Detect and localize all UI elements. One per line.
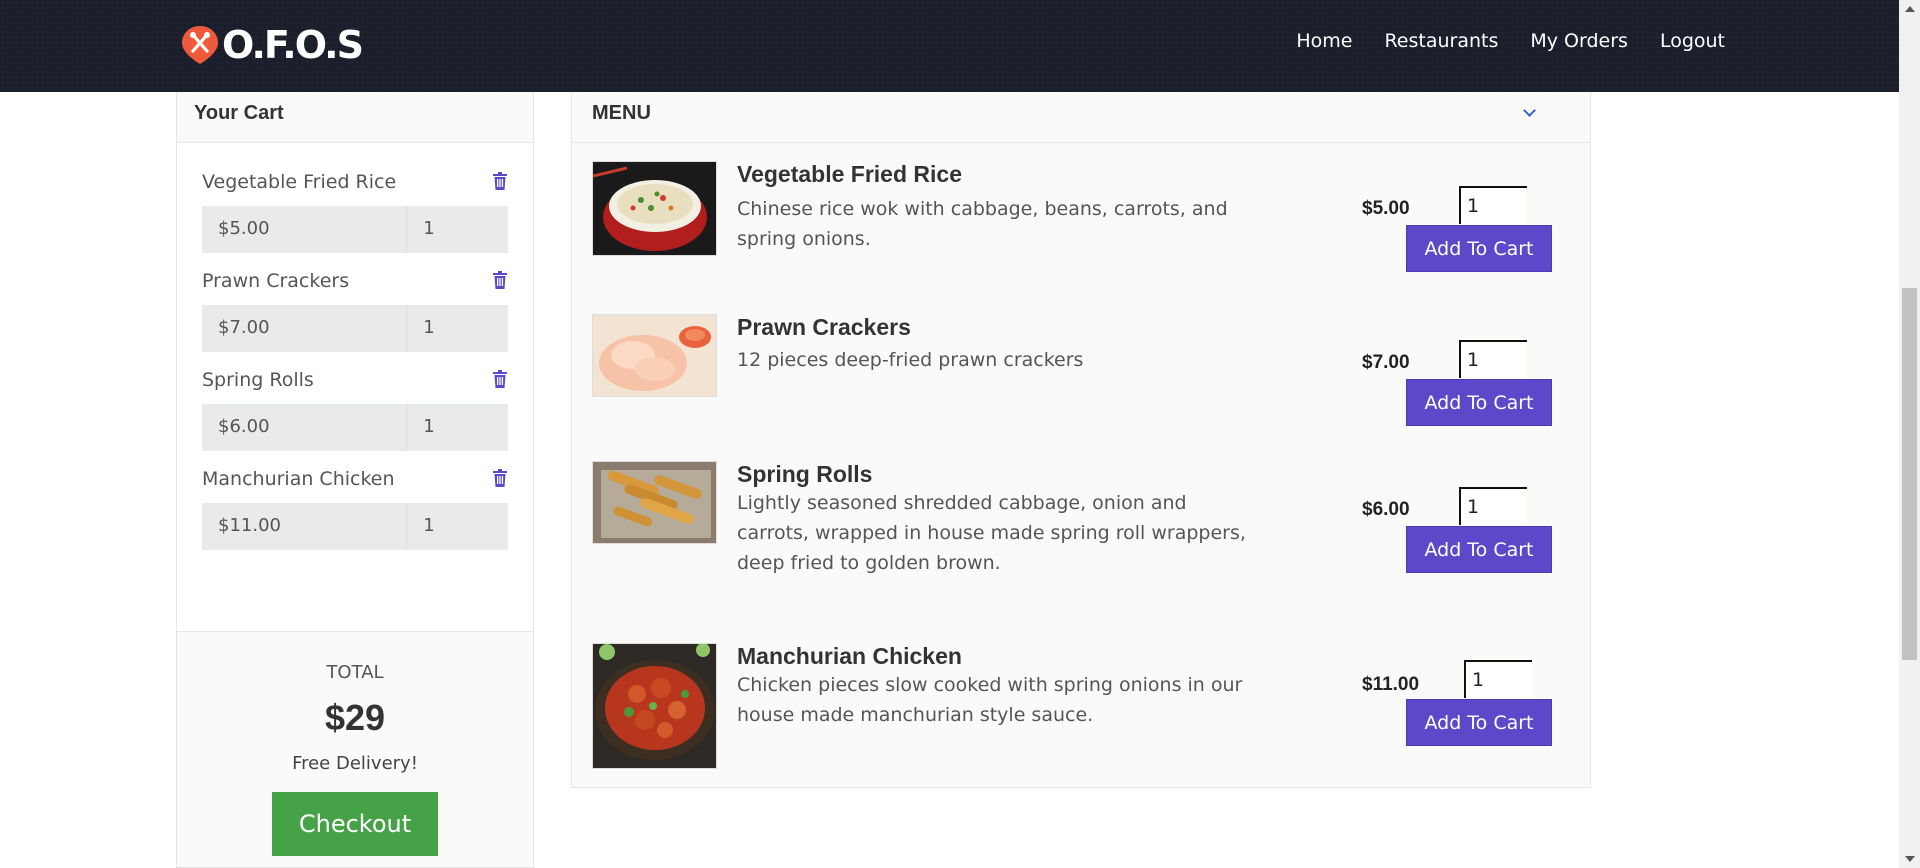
trash-icon[interactable]: [492, 469, 508, 489]
nav-home-link[interactable]: Home: [1296, 30, 1352, 52]
logo-icon: [180, 24, 220, 66]
trash-icon[interactable]: [492, 370, 508, 390]
cart-item-name: Prawn Crackers: [202, 270, 350, 292]
menu-title: MENU: [592, 102, 651, 124]
cart-item: Prawn Crackers $7.00 1: [202, 266, 508, 352]
cart-item: Vegetable Fried Rice $5.00 1: [202, 167, 508, 253]
scroll-down-icon[interactable]: [1905, 856, 1915, 862]
dish-price: $6.00: [1362, 499, 1410, 520]
quantity-input[interactable]: [1459, 340, 1527, 378]
cart-item-qty[interactable]: 1: [407, 206, 508, 253]
dish-name: Vegetable Fried Rice: [737, 161, 962, 187]
quantity-input[interactable]: [1459, 186, 1527, 224]
add-to-cart-button[interactable]: Add To Cart: [1406, 379, 1552, 426]
delivery-note: Free Delivery!: [292, 753, 418, 774]
cart-item-qty[interactable]: 1: [407, 503, 508, 550]
logo[interactable]: O.F.O.S: [180, 23, 364, 67]
cart-item-price: $7.00: [202, 305, 408, 352]
dish-price: $7.00: [1362, 352, 1410, 373]
menu-header[interactable]: MENU: [572, 92, 1590, 143]
main-nav: Home Restaurants My Orders Logout: [1264, 30, 1725, 52]
dish-image-manchurian-chicken: [592, 643, 717, 769]
cart-item-name: Spring Rolls: [202, 369, 314, 391]
menu-panel: MENU Vegetable Fried Rice Chinese rice w…: [571, 92, 1591, 788]
cart-items: Vegetable Fried Rice $5.00 1 Prawn Crack…: [177, 143, 533, 632]
scroll-up-icon[interactable]: [1905, 6, 1915, 12]
dish-name: Prawn Crackers: [737, 314, 911, 340]
menu-item: Spring Rolls Lightly seasoned shredded c…: [592, 461, 1572, 621]
cart-summary: TOTAL $29 Free Delivery! Checkout: [177, 632, 533, 856]
dish-description: Lightly seasoned shredded cabbage, onion…: [737, 492, 1246, 574]
nav-my-orders-link[interactable]: My Orders: [1530, 30, 1628, 52]
dish-name: Manchurian Chicken: [737, 643, 962, 669]
cart-item-name: Manchurian Chicken: [202, 468, 395, 490]
dish-image-spring-rolls: [592, 461, 717, 544]
quantity-input[interactable]: [1459, 487, 1527, 525]
cart-item-price: $11.00: [202, 503, 408, 550]
add-to-cart-button[interactable]: Add To Cart: [1406, 526, 1552, 573]
logo-text: O.F.O.S: [222, 23, 364, 67]
cart-title: Your Cart: [194, 102, 284, 124]
quantity-input[interactable]: [1464, 660, 1532, 698]
page-scrollbar[interactable]: [1899, 0, 1920, 868]
trash-icon[interactable]: [492, 172, 508, 192]
dish-description: 12 pieces deep-fried prawn crackers: [737, 349, 1084, 371]
dish-description: Chinese rice wok with cabbage, beans, ca…: [737, 198, 1228, 250]
cart-header: Your Cart: [177, 92, 533, 143]
dish-image-fried-rice: [592, 161, 717, 256]
chevron-down-icon[interactable]: [1523, 104, 1536, 117]
cart-item-price: $5.00: [202, 206, 408, 253]
nav-restaurants-link[interactable]: Restaurants: [1384, 30, 1498, 52]
trash-icon[interactable]: [492, 271, 508, 291]
cart-item-price: $6.00: [202, 404, 408, 451]
menu-item: Prawn Crackers 12 pieces deep-fried praw…: [592, 314, 1572, 426]
total-label: TOTAL: [326, 662, 384, 683]
checkout-button[interactable]: Checkout: [272, 792, 438, 856]
cart-item-name: Vegetable Fried Rice: [202, 171, 397, 193]
dish-description: Chicken pieces slow cooked with spring o…: [737, 674, 1243, 726]
dish-name: Spring Rolls: [737, 461, 873, 487]
menu-item: Vegetable Fried Rice Chinese rice wok wi…: [592, 161, 1572, 281]
navbar: O.F.O.S Home Restaurants My Orders Logou…: [0, 0, 1899, 92]
cart-item: Manchurian Chicken $11.00 1: [202, 464, 508, 550]
cart-item: Spring Rolls $6.00 1: [202, 365, 508, 451]
scroll-thumb[interactable]: [1902, 288, 1917, 660]
cart-item-qty[interactable]: 1: [407, 305, 508, 352]
add-to-cart-button[interactable]: Add To Cart: [1406, 225, 1552, 272]
dish-price: $5.00: [1362, 198, 1410, 219]
dish-image-prawn-crackers: [592, 314, 717, 397]
menu-item: Manchurian Chicken Chicken pieces slow c…: [592, 643, 1572, 773]
cart-item-qty[interactable]: 1: [407, 404, 508, 451]
nav-logout-link[interactable]: Logout: [1660, 30, 1725, 52]
total-value: $29: [324, 697, 386, 738]
dish-price: $11.00: [1362, 674, 1420, 695]
add-to-cart-button[interactable]: Add To Cart: [1406, 699, 1552, 746]
cart-panel: Your Cart Vegetable Fried Rice $5.00 1 P…: [176, 92, 534, 868]
